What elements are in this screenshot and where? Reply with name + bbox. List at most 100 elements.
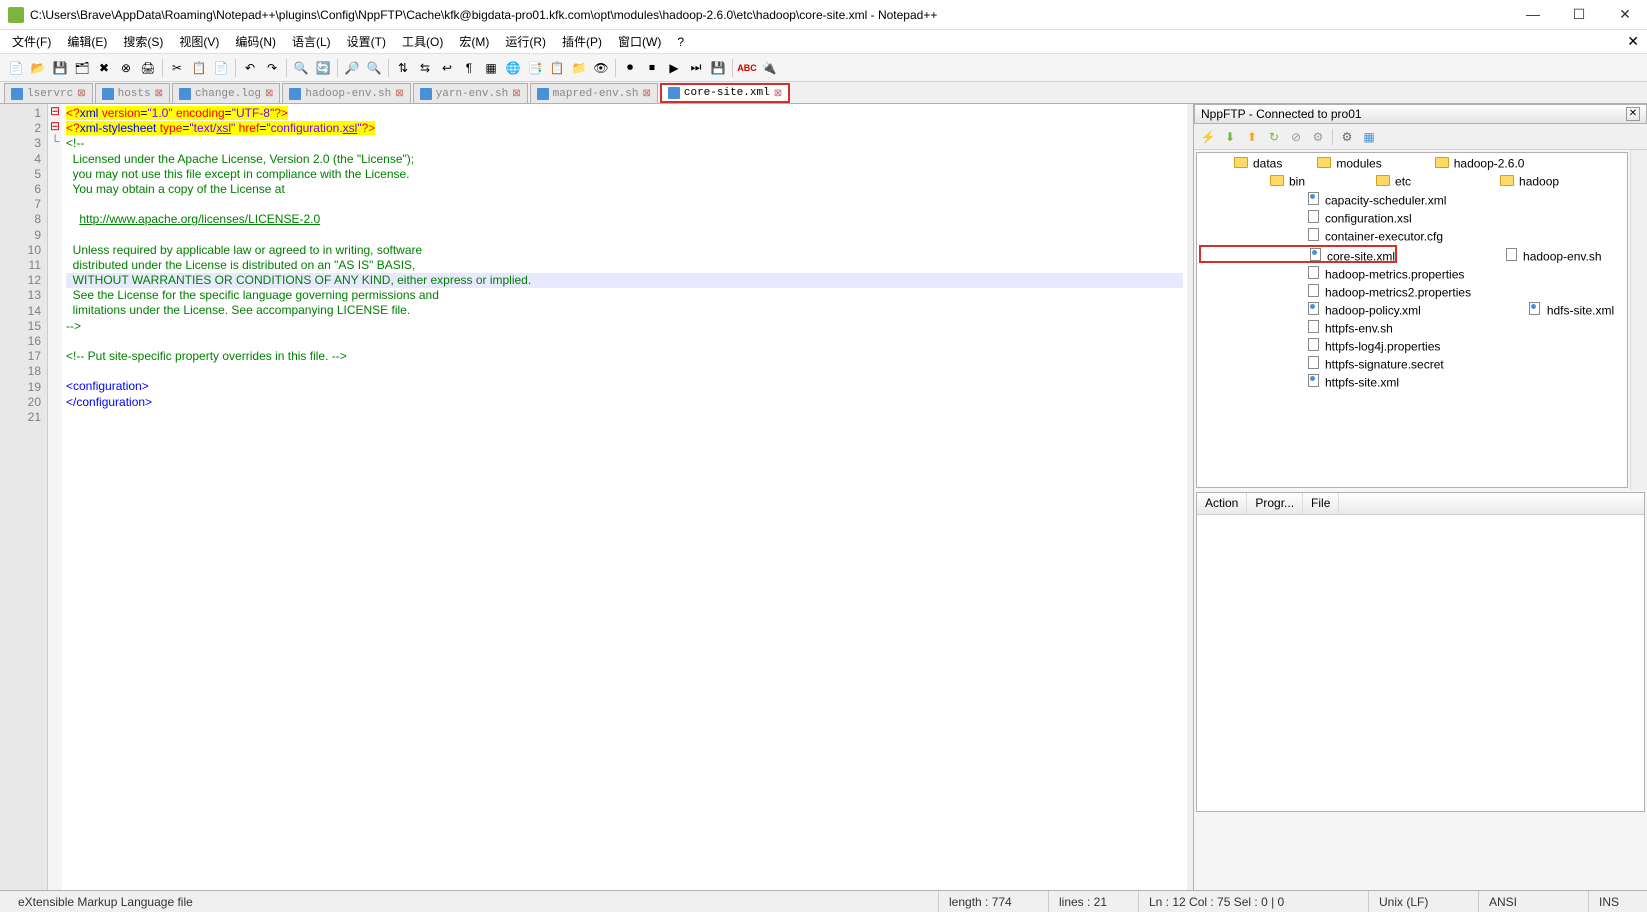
menu-item-10[interactable]: 插件(P) — [556, 31, 608, 52]
plugin-icon[interactable]: 🔌 — [759, 58, 779, 78]
tree-item-hadoop[interactable]: hadoop — [1411, 173, 1559, 191]
tree-item-hadoop-policy-xml[interactable]: hadoop-policy.xml — [1199, 301, 1421, 319]
grid-col-file[interactable]: File — [1303, 493, 1339, 514]
close-all-icon[interactable]: ⊗ — [116, 58, 136, 78]
menu-item-2[interactable]: 搜索(S) — [117, 31, 169, 52]
upload-icon[interactable]: ⬆ — [1244, 129, 1260, 145]
replace-icon[interactable]: 🔄 — [313, 58, 333, 78]
close-file-icon[interactable]: ✖ — [94, 58, 114, 78]
tree-item-bin[interactable]: bin — [1199, 173, 1305, 191]
folder-icon[interactable]: 📁 — [569, 58, 589, 78]
tab-hadoop-env-sh[interactable]: hadoop-env.sh⊠ — [282, 83, 410, 103]
menu-item-11[interactable]: 窗口(W) — [612, 31, 667, 52]
stop-macro-icon[interactable]: ⏹ — [642, 58, 662, 78]
tree-item-etc[interactable]: etc — [1305, 173, 1411, 191]
menu-item-6[interactable]: 设置(T) — [341, 31, 392, 52]
indent-guide-icon[interactable]: ▦ — [481, 58, 501, 78]
wrap-icon[interactable]: ↩ — [437, 58, 457, 78]
tree-item-hadoop-env-sh[interactable]: hadoop-env.sh — [1397, 247, 1602, 265]
tree-item-configuration-xsl[interactable]: configuration.xsl — [1199, 209, 1412, 227]
lang-icon[interactable]: 🌐 — [503, 58, 523, 78]
tree-scrollbar[interactable] — [1630, 150, 1647, 490]
save-all-icon[interactable]: 🗂 — [72, 58, 92, 78]
spell-check-icon[interactable]: ABC — [737, 58, 757, 78]
tree-item-modules[interactable]: modules — [1282, 155, 1381, 173]
copy-icon[interactable]: 📋 — [189, 58, 209, 78]
menu-item-1[interactable]: 编辑(E) — [61, 31, 113, 52]
abort-icon[interactable]: ⊘ — [1288, 129, 1304, 145]
tab-close-icon[interactable]: ⊠ — [642, 88, 650, 99]
disconnect-icon[interactable]: ⬇ — [1222, 129, 1238, 145]
replay-macro-icon[interactable]: ⏭ — [686, 58, 706, 78]
status-eol[interactable]: Unix (LF) — [1369, 891, 1479, 912]
tree-item-httpfs-site-xml[interactable]: httpfs-site.xml — [1199, 373, 1399, 391]
tab-mapred-env-sh[interactable]: mapred-env.sh⊠ — [530, 83, 658, 103]
tree-item-datas[interactable]: datas — [1199, 155, 1282, 173]
find-icon[interactable]: 🔍 — [291, 58, 311, 78]
menu-item-0[interactable]: 文件(F) — [6, 31, 57, 52]
grid-col-progr[interactable]: Progr... — [1247, 493, 1303, 514]
tab-close-icon[interactable]: ⊠ — [395, 88, 403, 99]
menubar-close-icon[interactable]: ✕ — [1627, 33, 1639, 50]
cut-icon[interactable]: ✂ — [167, 58, 187, 78]
print-icon[interactable]: 🖨 — [138, 58, 158, 78]
tab-close-icon[interactable]: ⊠ — [155, 88, 163, 99]
new-file-icon[interactable]: 📄 — [6, 58, 26, 78]
tab-hosts[interactable]: hosts⊠ — [95, 83, 170, 103]
undo-icon[interactable]: ↶ — [240, 58, 260, 78]
tree-item-hadoop-metrics2-properties[interactable]: hadoop-metrics2.properties — [1199, 283, 1471, 301]
tree-item-capacity-scheduler-xml[interactable]: capacity-scheduler.xml — [1199, 191, 1446, 209]
doc-map-icon[interactable]: 📑 — [525, 58, 545, 78]
fold-column[interactable]: ⊟⊟└ — [48, 104, 62, 890]
paste-icon[interactable]: 📄 — [211, 58, 231, 78]
menu-item-8[interactable]: 宏(M) — [453, 31, 495, 52]
tab-core-site-xml[interactable]: core-site.xml⊠ — [660, 83, 790, 103]
menu-item-9[interactable]: 运行(R) — [499, 31, 552, 52]
sync-v-icon[interactable]: ⇅ — [393, 58, 413, 78]
monitor-icon[interactable]: 👁 — [591, 58, 611, 78]
tree-item-hadoop-metrics-properties[interactable]: hadoop-metrics.properties — [1199, 265, 1464, 283]
save-icon[interactable]: 💾 — [50, 58, 70, 78]
sync-h-icon[interactable]: ⇆ — [415, 58, 435, 78]
menu-item-12[interactable]: ? — [671, 33, 690, 51]
tab-close-icon[interactable]: ⊠ — [774, 88, 782, 99]
grid-col-action[interactable]: Action — [1197, 493, 1247, 514]
ftp-tree[interactable]: datasmoduleshadoop-2.6.0 binetchadoopcapa… — [1196, 152, 1628, 488]
settings-icon[interactable]: ⚙ — [1339, 129, 1355, 145]
messages-icon[interactable]: ▦ — [1361, 129, 1377, 145]
tree-item-httpfs-env-sh[interactable]: httpfs-env.sh — [1199, 319, 1393, 337]
nppftp-close-icon[interactable]: ✕ — [1626, 107, 1640, 121]
tree-item-httpfs-log4j-properties[interactable]: httpfs-log4j.properties — [1199, 337, 1440, 355]
zoom-out-icon[interactable]: 🔍 — [364, 58, 384, 78]
tab-close-icon[interactable]: ⊠ — [265, 88, 273, 99]
tree-item-hadoop-2-6-0[interactable]: hadoop-2.6.0 — [1382, 155, 1525, 173]
tree-item-httpfs-signature-secret[interactable]: httpfs-signature.secret — [1199, 355, 1444, 373]
status-encoding[interactable]: ANSI — [1479, 891, 1589, 912]
tab-close-icon[interactable]: ⊠ — [512, 88, 520, 99]
play-macro-icon[interactable]: ▶ — [664, 58, 684, 78]
tab-change-log[interactable]: change.log⊠ — [172, 83, 280, 103]
func-list-icon[interactable]: 📋 — [547, 58, 567, 78]
tree-item-core-site-xml[interactable]: core-site.xml — [1199, 245, 1397, 263]
close-button[interactable]: ✕ — [1611, 6, 1639, 23]
maximize-button[interactable]: ☐ — [1565, 6, 1593, 23]
status-insert-mode[interactable]: INS — [1589, 891, 1639, 912]
tab-yarn-env-sh[interactable]: yarn-env.sh⊠ — [413, 83, 528, 103]
menu-item-7[interactable]: 工具(O) — [396, 31, 449, 52]
menu-item-4[interactable]: 编码(N) — [229, 31, 282, 52]
raw-cmd-icon[interactable]: ⚙ — [1310, 129, 1326, 145]
menu-item-3[interactable]: 视图(V) — [173, 31, 225, 52]
save-macro-icon[interactable]: 💾 — [708, 58, 728, 78]
record-macro-icon[interactable]: ⏺ — [620, 58, 640, 78]
minimize-button[interactable]: — — [1519, 6, 1547, 23]
redo-icon[interactable]: ↷ — [262, 58, 282, 78]
menu-item-5[interactable]: 语言(L) — [286, 31, 337, 52]
open-file-icon[interactable]: 📂 — [28, 58, 48, 78]
tree-item-container-executor-cfg[interactable]: container-executor.cfg — [1199, 227, 1443, 245]
tab-lservrc[interactable]: lservrc⊠ — [4, 83, 93, 103]
refresh-icon[interactable]: ↻ — [1266, 129, 1282, 145]
tab-close-icon[interactable]: ⊠ — [77, 88, 85, 99]
code-editor[interactable]: <?xml version="1.0" encoding="UTF-8"?><?… — [62, 104, 1187, 890]
connect-icon[interactable]: ⚡ — [1200, 129, 1216, 145]
show-chars-icon[interactable]: ¶ — [459, 58, 479, 78]
